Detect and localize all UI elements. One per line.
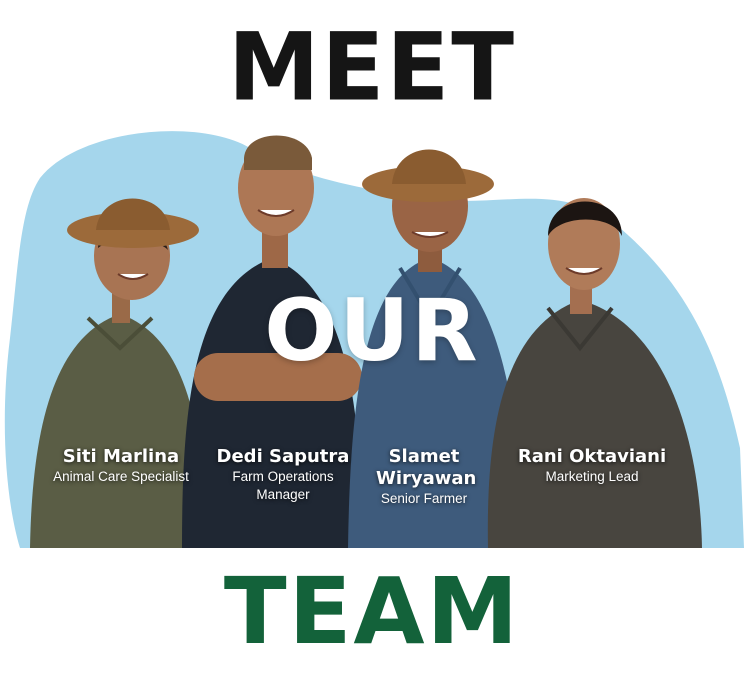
member-role: Farm Operations Manager: [232, 469, 334, 502]
member-name: Rani Oktaviani: [517, 446, 667, 467]
member-name: Siti Marlina: [62, 446, 180, 467]
heading-team: TEAM: [223, 558, 521, 665]
team-member-card: Siti Marlina Animal Care Specialist: [40, 446, 202, 486]
member-role: Animal Care Specialist: [53, 469, 189, 484]
member-name: Dedi Saputra: [216, 446, 350, 467]
heading-our: OUR: [264, 281, 480, 381]
heading-meet: MEET: [228, 12, 516, 123]
team-member-card: Dedi Saputra Farm Operations Manager: [208, 446, 358, 504]
team-member-card: Slamet Wiryawan Senior Farmer: [366, 446, 482, 508]
team-member-card: Rani Oktaviani Marketing Lead: [506, 446, 678, 486]
member-role: Marketing Lead: [545, 469, 639, 484]
member-role: Senior Farmer: [380, 491, 468, 506]
member-name: Slamet Wiryawan: [376, 446, 477, 489]
